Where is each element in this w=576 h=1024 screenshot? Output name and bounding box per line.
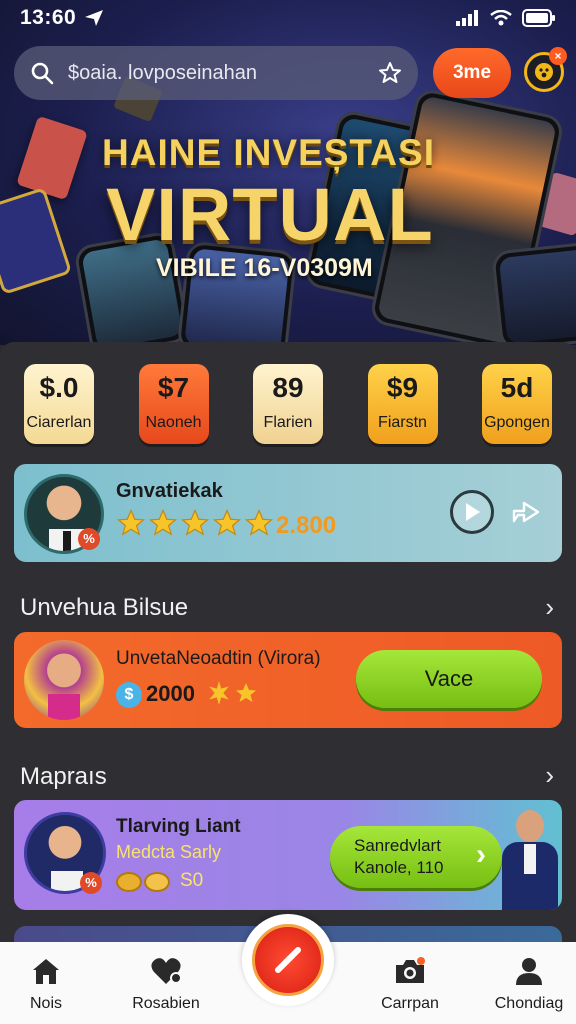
offer-title: Tlarving Liant bbox=[116, 816, 241, 837]
promo-amount: 2000 bbox=[146, 681, 195, 706]
no-entry-icon bbox=[275, 947, 301, 973]
stat-tile[interactable]: $7 Naoneh bbox=[138, 364, 209, 444]
featured-investor-card[interactable]: % Gnvatiekak 2.800 bbox=[14, 464, 562, 562]
location-arrow-icon bbox=[85, 10, 104, 26]
share-icon[interactable] bbox=[510, 497, 542, 527]
center-action-button[interactable] bbox=[242, 914, 334, 1006]
floating-card-decoration bbox=[0, 187, 73, 295]
tile-label: Ciarerlan bbox=[26, 414, 92, 431]
header-pill-label: 3me bbox=[452, 62, 492, 83]
offer-cta-button[interactable]: Sanredvlart Kanole, 110 › bbox=[330, 826, 502, 888]
burst-icon bbox=[209, 681, 229, 705]
play-button[interactable] bbox=[450, 490, 494, 534]
stat-tile[interactable]: 5d Gpongen bbox=[482, 364, 552, 444]
promo-action-button[interactable]: Vace bbox=[356, 650, 542, 708]
tile-label: Naoneh bbox=[145, 414, 202, 431]
section-title: Unvehua Bilsue bbox=[20, 594, 189, 621]
tile-value: 5d bbox=[500, 372, 534, 403]
battery-icon bbox=[522, 9, 555, 27]
nav-label: Carrpan bbox=[381, 995, 439, 1012]
search-bar[interactable]: $oaia. lovposeinahan bbox=[14, 46, 418, 100]
coin-stack-icon bbox=[116, 868, 172, 894]
promo-card[interactable]: UnvetaNeoadtin (Virora) $ 2000 Vace bbox=[14, 632, 562, 728]
star-icon bbox=[116, 508, 146, 536]
header-pill-button[interactable]: 3me bbox=[433, 48, 511, 98]
star-rating bbox=[116, 508, 274, 538]
face-icon bbox=[535, 63, 553, 81]
investor-name: Gnvatiekak bbox=[116, 480, 223, 502]
close-badge-icon[interactable]: × bbox=[549, 47, 567, 65]
nav-item-favorites[interactable]: Rosabien bbox=[116, 956, 216, 1013]
nav-label: Nois bbox=[29, 995, 62, 1012]
nav-item-camera[interactable]: Carrpan bbox=[360, 956, 460, 1013]
stat-tiles: $.0 Ciarerlan $7 Naoneh 89 Flarien $9 Fi… bbox=[24, 364, 552, 444]
tile-label: Fiarstn bbox=[378, 414, 427, 431]
star-outline-icon[interactable] bbox=[378, 61, 402, 85]
signal-icon bbox=[456, 10, 478, 26]
heart-icon bbox=[151, 958, 182, 984]
investor-badge-icon: % bbox=[78, 528, 100, 550]
stat-tile[interactable]: 89 Flarien bbox=[253, 364, 323, 444]
search-input[interactable]: $oaia. lovposeinahan bbox=[68, 62, 364, 85]
chevron-right-icon[interactable]: › bbox=[545, 760, 554, 791]
chevron-right-icon: › bbox=[476, 838, 486, 871]
section-title: Mapraıs bbox=[20, 763, 107, 790]
nav-label: Chondiag bbox=[494, 995, 564, 1012]
star-icon bbox=[236, 683, 256, 702]
promo-avatar bbox=[24, 640, 104, 720]
offer-cta-line2: Kanole, 110 bbox=[354, 858, 444, 877]
tile-label: Gpongen bbox=[484, 414, 550, 431]
star-icon bbox=[212, 508, 242, 536]
user-icon bbox=[516, 958, 542, 985]
hero-title: HAINE INVEȘTASI bbox=[102, 132, 435, 173]
presenter-figure bbox=[500, 806, 560, 910]
nav-item-profile[interactable]: Chondiag bbox=[479, 956, 576, 1013]
investor-score: 2.800 bbox=[276, 512, 337, 539]
search-icon bbox=[31, 62, 54, 85]
offer-coins: S0 bbox=[180, 870, 204, 891]
nav-label: Rosabien bbox=[132, 995, 200, 1012]
offer-badge-icon: % bbox=[80, 872, 102, 894]
star-icon bbox=[148, 508, 178, 536]
offer-subtitle: Medcta Sarly bbox=[116, 842, 222, 862]
hero-headline: VIRTUAL bbox=[106, 173, 434, 256]
play-icon bbox=[466, 503, 480, 521]
center-action-inner bbox=[252, 924, 324, 996]
nav-item-home[interactable]: Nois bbox=[0, 956, 96, 1013]
hero-subtitle: VIBILE 16-V0309M bbox=[156, 254, 373, 282]
tile-value: $7 bbox=[157, 372, 190, 403]
stat-tile[interactable]: $9 Fiarstn bbox=[367, 364, 438, 444]
star-icon bbox=[180, 508, 210, 536]
status-bar: 13:60 bbox=[0, 0, 576, 36]
promo-action-label: Vace bbox=[424, 666, 474, 691]
profile-avatar-button[interactable]: × bbox=[524, 47, 567, 92]
stat-tile[interactable]: $.0 Ciarerlan bbox=[24, 364, 94, 444]
star-icon bbox=[244, 508, 274, 536]
floating-card-decoration bbox=[16, 115, 88, 201]
chevron-right-icon[interactable]: › bbox=[545, 592, 554, 623]
tile-value: $9 bbox=[386, 372, 419, 403]
tile-value: 89 bbox=[272, 372, 304, 403]
tile-value: $.0 bbox=[39, 372, 79, 403]
home-icon bbox=[33, 959, 59, 984]
tile-label: Flarien bbox=[263, 414, 313, 431]
wifi-icon bbox=[490, 10, 512, 26]
phone-mockup bbox=[491, 240, 576, 345]
coin-icon: $ bbox=[116, 682, 142, 708]
status-time: 13:60 bbox=[20, 6, 77, 29]
offer-card[interactable]: % Tlarving Liant Medcta Sarly S0 Sanredv… bbox=[14, 800, 562, 910]
promo-title: UnvetaNeoadtin (Virora) bbox=[116, 648, 321, 669]
camera-icon bbox=[396, 957, 425, 983]
offer-cta-line1: Sanredvlart bbox=[354, 836, 441, 855]
